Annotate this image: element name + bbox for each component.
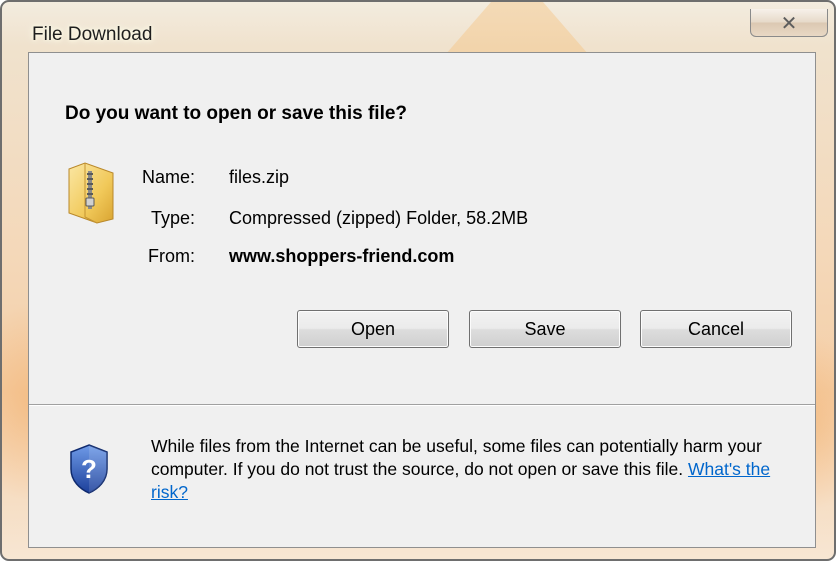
open-button[interactable]: Open xyxy=(297,310,449,348)
window-title: File Download xyxy=(32,24,153,45)
close-icon: ✕ xyxy=(780,10,798,35)
cancel-button[interactable]: Cancel xyxy=(640,310,792,348)
dialog-body: Do you want to open or save this file? N… xyxy=(28,52,816,548)
save-button[interactable]: Save xyxy=(469,310,621,348)
security-shield-question-icon: ? xyxy=(70,444,108,494)
name-value: files.zip xyxy=(229,167,290,187)
svg-text:?: ? xyxy=(81,454,97,484)
security-warning: While files from the Internet can be use… xyxy=(151,435,791,504)
dialog-question: Do you want to open or save this file? xyxy=(65,103,408,124)
name-label: Name: xyxy=(141,167,195,187)
type-label: Type: xyxy=(150,208,195,228)
close-button[interactable]: ✕ xyxy=(750,9,828,37)
from-label: From: xyxy=(148,246,195,266)
warning-text: While files from the Internet can be use… xyxy=(151,436,762,479)
section-divider xyxy=(29,404,815,406)
from-value: www.shoppers-friend.com xyxy=(229,246,455,266)
file-download-window: File Download ✕ Do you want to open or s… xyxy=(0,0,836,561)
type-value: Compressed (zipped) Folder, 58.2MB xyxy=(229,208,529,228)
